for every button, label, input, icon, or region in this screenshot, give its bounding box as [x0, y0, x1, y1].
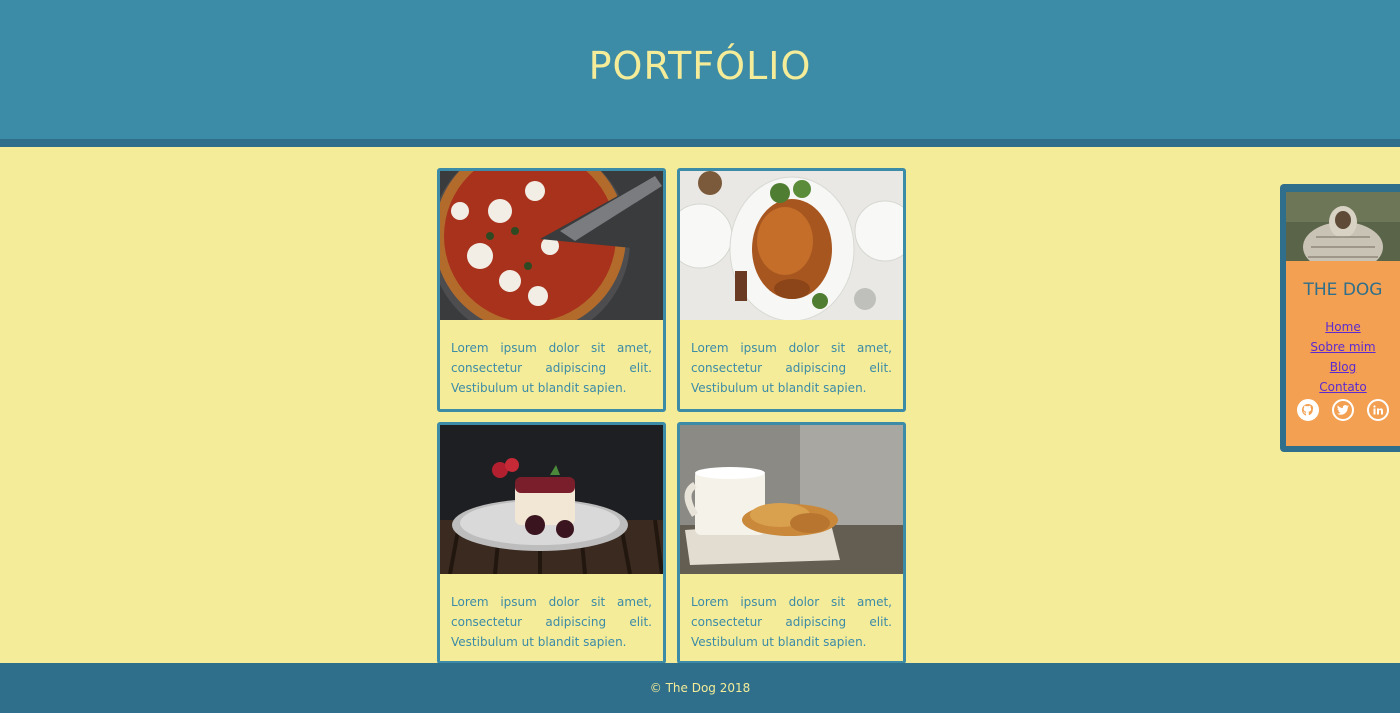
card-text: Lorem ipsum dolor sit amet, consectetur … [451, 341, 652, 395]
card-text: Lorem ipsum dolor sit amet, consectetur … [451, 595, 652, 649]
portfolio-card[interactable]: Lorem ipsum dolor sit amet, consectetur … [677, 422, 906, 664]
page-footer: © The Dog 2018 [0, 663, 1400, 713]
social-links [1286, 399, 1400, 421]
portfolio-card[interactable]: Lorem ipsum dolor sit amet, consectetur … [437, 422, 666, 664]
card-text: Lorem ipsum dolor sit amet, consectetur … [691, 341, 892, 395]
page-title: PORTFÓLIO [588, 44, 812, 88]
page-header: PORTFÓLIO [0, 0, 1400, 147]
footer-copyright: © The Dog 2018 [649, 681, 751, 695]
github-icon[interactable] [1296, 399, 1319, 421]
card-text: Lorem ipsum dolor sit amet, consectetur … [691, 595, 892, 649]
profile-panel: THE DOG Home Sobre mim Blog Contato [1280, 184, 1400, 452]
profile-card: THE DOG Home Sobre mim Blog Contato [1286, 192, 1400, 446]
nav-link-sobre-mim[interactable]: Sobre mim [1286, 337, 1400, 357]
twitter-icon[interactable] [1331, 399, 1354, 421]
profile-nav: Home Sobre mim Blog Contato [1286, 317, 1400, 397]
linkedin-icon[interactable] [1367, 399, 1390, 421]
nav-link-home[interactable]: Home [1286, 317, 1400, 337]
nav-link-blog[interactable]: Blog [1286, 357, 1400, 377]
pizza-photo [440, 171, 663, 320]
cake-photo [440, 425, 663, 574]
avatar [1286, 192, 1400, 261]
portfolio-card[interactable]: Lorem ipsum dolor sit amet, consectetur … [677, 168, 906, 412]
nav-link-contato[interactable]: Contato [1286, 377, 1400, 397]
croissant-coffee-photo [680, 425, 903, 574]
roast-turkey-photo [680, 171, 903, 320]
portfolio-card[interactable]: Lorem ipsum dolor sit amet, consectetur … [437, 168, 666, 412]
profile-name: THE DOG [1303, 280, 1383, 300]
